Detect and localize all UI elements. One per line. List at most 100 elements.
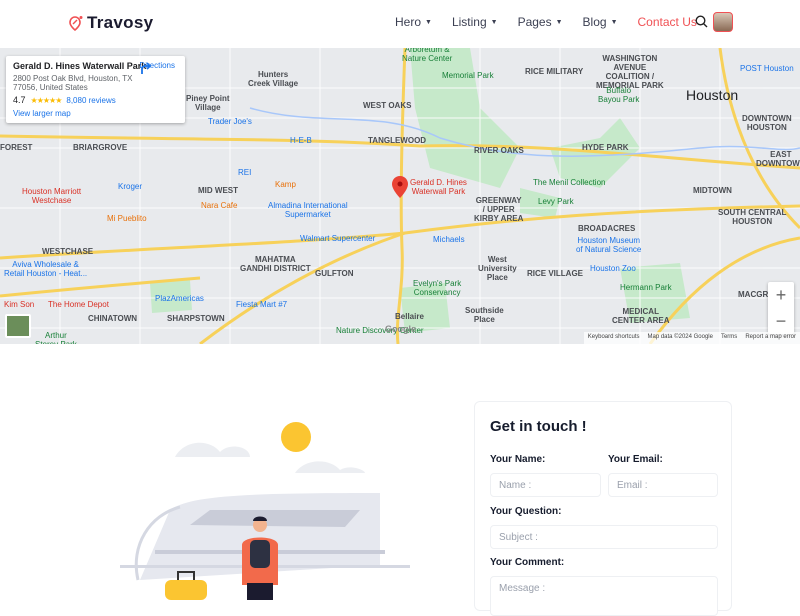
map-label: Southside Place — [465, 306, 504, 324]
poi-label[interactable]: Buffalo Bayou Park — [598, 86, 639, 104]
poi-label[interactable]: Kim Son — [4, 300, 34, 309]
directions-button[interactable]: Directions — [139, 61, 175, 74]
poi-label[interactable]: Houston Museum of Natural Science — [576, 236, 641, 254]
nav-label: Hero — [395, 15, 422, 29]
contact-form: Get in touch ! Your Name: Your Email: Yo… — [474, 401, 732, 616]
question-label: Your Question: — [490, 506, 562, 517]
nav-label: Blog — [582, 15, 607, 29]
form-title: Get in touch ! — [490, 418, 587, 435]
terms-link[interactable]: Terms — [721, 334, 737, 342]
poi-label[interactable]: PlazAmericas — [155, 294, 204, 303]
map-label: Piney Point Village — [186, 94, 230, 112]
map-attribution: Keyboard shortcuts Map data ©2024 Google… — [583, 332, 800, 344]
logo[interactable]: Travosy — [69, 13, 153, 33]
place-address: 2800 Post Oak Blvd, Houston, TX — [13, 74, 133, 83]
map-label: WESTCHASE — [42, 247, 94, 256]
map-label: Bellaire — [395, 312, 424, 321]
map-label: FOREST — [0, 143, 33, 152]
map-label: RICE MILITARY — [525, 67, 584, 76]
poi-label[interactable]: Levy Park — [538, 197, 574, 206]
poi-label[interactable]: Trader Joe's — [208, 117, 252, 126]
location-pin-icon[interactable] — [392, 176, 408, 198]
map-label: WEST OAKS — [363, 101, 412, 110]
subject-input[interactable] — [490, 525, 718, 549]
place-info-card: Gerald D. Hines Waterwall Park 2800 Post… — [6, 56, 185, 123]
poi-label[interactable]: The Menil Collection — [533, 178, 605, 187]
caret-down-icon: ▼ — [610, 18, 618, 26]
rating-stars: ★★★★★ — [30, 95, 63, 105]
map-label: MIDTOWN — [693, 186, 732, 195]
poi-label[interactable]: Houston Zoo — [590, 264, 636, 273]
avatar[interactable] — [713, 12, 733, 32]
poi-label[interactable]: Arthur Storey Park — [35, 331, 77, 344]
caret-down-icon: ▼ — [555, 18, 563, 26]
map-label: MID WEST — [198, 186, 238, 195]
directions-icon — [141, 62, 152, 74]
poi-label[interactable]: Fiesta Mart #7 — [236, 300, 287, 309]
bayou — [249, 107, 800, 157]
poi-label[interactable]: Walmart Supercenter — [300, 234, 375, 243]
caret-down-icon: ▼ — [425, 18, 432, 26]
map-label-city: Houston — [686, 87, 739, 103]
nav-pages[interactable]: Pages ▼ — [518, 15, 563, 29]
poi-label[interactable]: Kroger — [118, 182, 142, 191]
poi-label[interactable]: Arboretum & Nature Center — [402, 48, 452, 63]
map-data-text: Map data ©2024 Google — [647, 334, 713, 340]
map-label: SHARPSTOWN — [167, 314, 225, 323]
nav-listing[interactable]: Listing ▼ — [452, 15, 498, 29]
poi-label[interactable]: Michaels — [433, 235, 465, 244]
map-label: GULFTON — [315, 269, 354, 278]
google-logo: Google — [385, 324, 416, 334]
report-error-link[interactable]: Report a map error — [745, 334, 796, 342]
search-icon[interactable] — [695, 15, 708, 28]
map-label: EAST DOWNTOWN — [756, 150, 800, 168]
view-larger-map-link[interactable]: View larger map — [13, 109, 178, 118]
map-label: CHINATOWN — [88, 314, 138, 323]
poi-label[interactable]: Memorial Park — [442, 71, 494, 80]
poi-label[interactable]: POST Houston — [740, 64, 794, 73]
poi-label[interactable]: Mi Pueblito — [107, 214, 147, 223]
rating-value: 4.7 — [13, 95, 26, 105]
train-travel-illustration — [120, 422, 410, 600]
map-label: HYDE PARK — [582, 143, 629, 152]
map[interactable]: Hunters Creek Village Piney Point Villag… — [0, 48, 800, 344]
poi-label[interactable]: H-E-B — [290, 136, 312, 145]
map-label: BROADACRES — [578, 224, 636, 233]
map-label: TANGLEWOOD — [368, 136, 427, 145]
caret-down-icon: ▼ — [490, 18, 498, 26]
poi-label[interactable]: Almadina International Supermarket — [268, 201, 348, 219]
poi-label[interactable]: Hermann Park — [620, 283, 672, 292]
nav-label: Listing — [451, 15, 487, 29]
map-label: GREENWAY / UPPER KIRBY AREA — [474, 196, 524, 223]
nav-hero[interactable]: Hero ▼ — [395, 15, 432, 29]
keyboard-shortcuts-link[interactable]: Keyboard shortcuts — [588, 334, 640, 342]
logo-pin-icon — [69, 16, 83, 31]
poi-label[interactable]: REI — [238, 168, 251, 177]
poi-label[interactable]: Aviva Wholesale & Retail Houston - Heat.… — [4, 260, 87, 278]
map-label: MAHATMA GANDHI DISTRICT — [240, 255, 311, 273]
nav-blog[interactable]: Blog ▼ — [583, 15, 618, 29]
satellite-toggle[interactable] — [5, 314, 31, 338]
poi-label[interactable]: The Home Depot — [48, 300, 109, 309]
map-label: Hunters Creek Village — [248, 70, 299, 88]
email-label: Your Email: — [608, 454, 663, 465]
reviews-link[interactable]: 8,080 reviews — [66, 96, 115, 105]
navbar: Travosy Hero ▼ Listing ▼ Pages ▼ Blog ▼ Cont… — [0, 0, 800, 48]
message-textarea[interactable] — [490, 576, 718, 616]
map-label: MEDICAL CENTER AREA — [612, 307, 670, 325]
zoom-in-button[interactable]: + — [768, 282, 794, 308]
poi-label[interactable]: Gerald D. Hines Waterwall Park — [410, 178, 467, 196]
nav-label: Pages — [517, 15, 552, 29]
map-label: West University Place — [478, 255, 517, 282]
zoom-out-button[interactable]: − — [768, 308, 794, 334]
map-label: RICE VILLAGE — [527, 269, 584, 278]
nav-contact[interactable]: Contact Us — [638, 15, 697, 29]
name-input[interactable] — [490, 473, 601, 497]
poi-label[interactable]: Evelyn's Park Conservancy — [413, 279, 461, 297]
map-label: DOWNTOWN HOUSTON — [742, 114, 792, 132]
poi-label[interactable]: Nara Cafe — [201, 201, 237, 210]
email-input[interactable] — [608, 473, 718, 497]
poi-label[interactable]: Kamp — [275, 180, 296, 189]
map-label: RIVER OAKS — [474, 146, 524, 155]
poi-label[interactable]: Houston Marriott Westchase — [22, 187, 81, 205]
